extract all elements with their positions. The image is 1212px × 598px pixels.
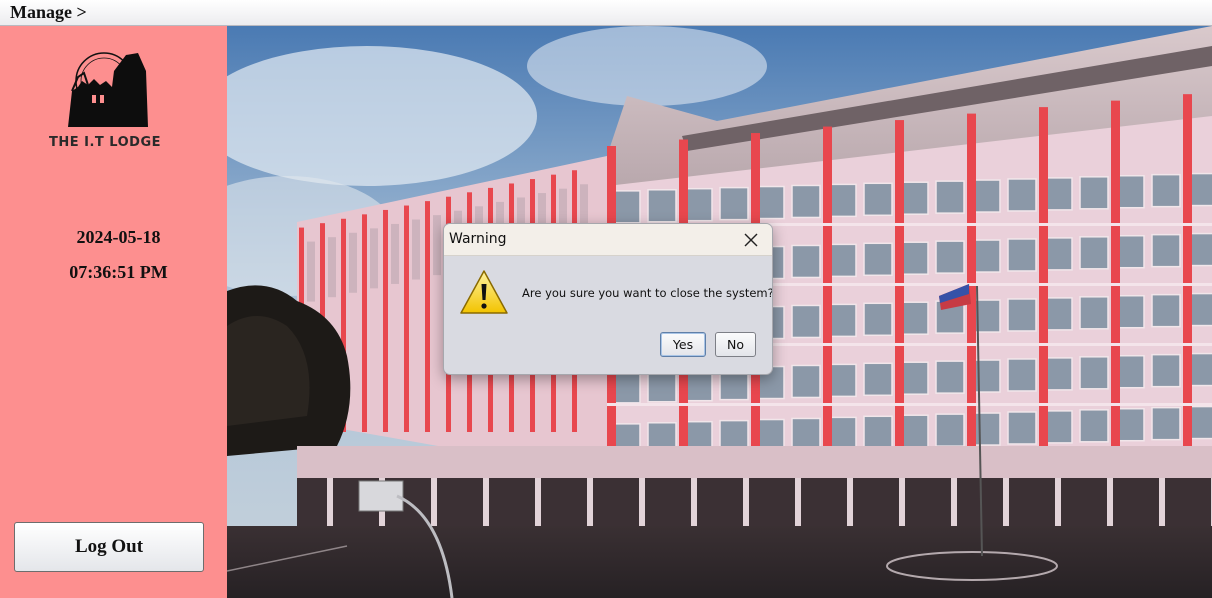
current-date: 2024-05-18 — [76, 227, 161, 247]
menu-bar: Manage > — [0, 0, 1212, 26]
menu-manage[interactable]: Manage > — [10, 2, 87, 23]
dialog-title: Warning — [449, 231, 507, 247]
sidebar: THE I.T LODGE 2024-05-18 07:36:51 PM Log… — [0, 26, 227, 598]
current-time: 07:36:51 PM — [69, 262, 168, 282]
logo-text: THE I.T LODGE — [48, 135, 162, 150]
warning-dialog: Warning Are you sure you want to close t… — [443, 223, 773, 375]
logout-button[interactable]: Log Out — [14, 522, 204, 572]
dialog-titlebar: Warning — [444, 224, 772, 256]
yes-button[interactable]: Yes — [660, 332, 706, 357]
no-button[interactable]: No — [715, 332, 756, 357]
dialog-message: Are you sure you want to close the syste… — [522, 286, 773, 300]
warning-icon — [459, 268, 509, 316]
lodge-logo-icon — [64, 51, 150, 127]
close-icon[interactable] — [736, 228, 766, 252]
